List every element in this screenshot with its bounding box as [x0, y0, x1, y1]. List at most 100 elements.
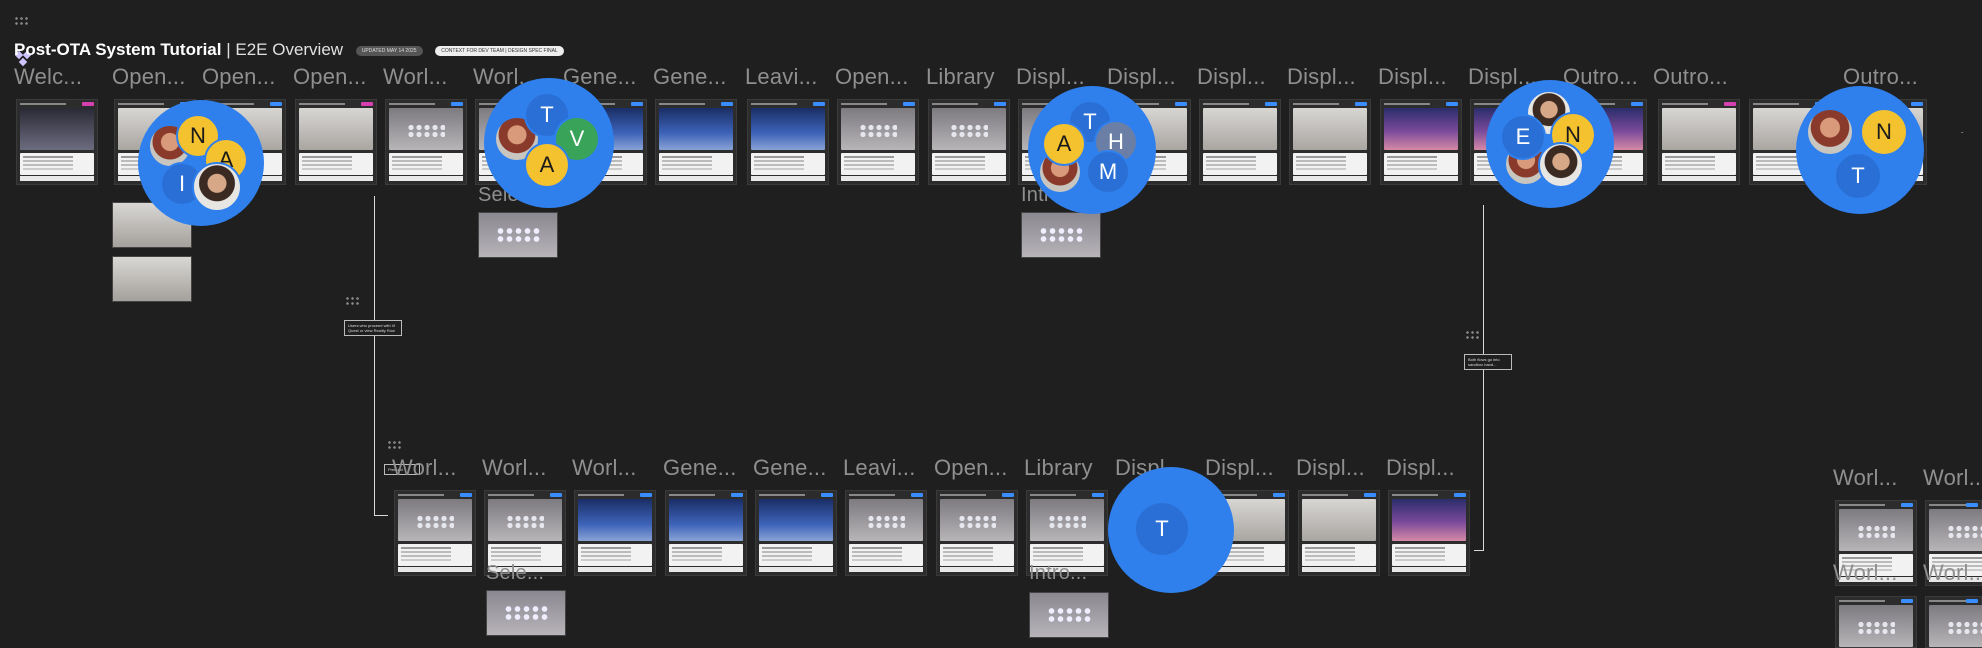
section-header[interactable]: Worl...	[482, 455, 547, 481]
sub-section-header[interactable]: Sele...	[486, 562, 544, 585]
screen-frame[interactable]	[1925, 596, 1982, 648]
screen-frame[interactable]	[574, 490, 656, 576]
variant-frame[interactable]	[112, 256, 192, 302]
section-header[interactable]: Gene...	[663, 455, 737, 481]
section-header[interactable]: Worl...	[572, 455, 637, 481]
section-header[interactable]: Library	[1024, 455, 1093, 481]
flow-connector	[374, 515, 388, 516]
note-handle-icon[interactable]	[345, 296, 359, 306]
screen-frame[interactable]	[755, 490, 837, 576]
screen-frame[interactable]	[295, 99, 377, 185]
screen-frame[interactable]	[928, 99, 1010, 185]
avatar[interactable]: M	[1086, 150, 1130, 194]
avatar-initial: I	[178, 171, 186, 196]
avatar-initial: N	[1876, 119, 1892, 144]
avatar-initial: A	[539, 152, 555, 177]
screen-frame[interactable]	[1298, 490, 1380, 576]
screen-frame[interactable]	[936, 490, 1018, 576]
screen-frame[interactable]	[845, 490, 927, 576]
section-header[interactable]: Open...	[835, 64, 909, 90]
section-header[interactable]: Displ...	[1386, 455, 1455, 481]
handwritten-annotation: ~	[1960, 129, 1965, 137]
section-header[interactable]: Leavi...	[745, 64, 818, 90]
section-header[interactable]: Displ...	[1205, 455, 1274, 481]
section-header[interactable]: Worl...	[1833, 465, 1898, 491]
screen-frame[interactable]	[1199, 99, 1281, 185]
note-handle-icon[interactable]	[387, 440, 401, 450]
screen-frame[interactable]	[394, 490, 476, 576]
avatar[interactable]	[192, 162, 242, 212]
avatar-initial: T	[1851, 163, 1865, 188]
section-header[interactable]: Open...	[934, 455, 1008, 481]
avatar-initial: E	[1515, 124, 1531, 149]
section-header[interactable]: Open...	[293, 64, 367, 90]
screen-frame[interactable]	[837, 99, 919, 185]
avatar-initial: T	[540, 102, 554, 127]
section-header[interactable]: Outro...	[1653, 64, 1728, 90]
page-title: Post-OTA System Tutorial | E2E Overview …	[14, 40, 564, 60]
intro-frame[interactable]	[1021, 212, 1101, 258]
screen-frame[interactable]	[665, 490, 747, 576]
section-header[interactable]: Worl...	[1923, 465, 1982, 491]
avatar-initial: T	[1155, 516, 1169, 541]
screen-frame[interactable]	[1289, 99, 1371, 185]
section-header[interactable]: Open...	[112, 64, 186, 90]
screen-frame[interactable]	[16, 99, 98, 185]
flow-connector	[1474, 550, 1484, 551]
avatar[interactable]: A	[1042, 122, 1086, 166]
screen-frame[interactable]	[1835, 596, 1917, 648]
flow-note[interactable]: Both flows go into sandbox hand...	[1464, 354, 1512, 370]
flow-note[interactable]: Users who proceed with Vi Quest or view …	[344, 320, 402, 336]
section-header[interactable]: Leavi...	[843, 455, 916, 481]
screen-frame[interactable]	[747, 99, 829, 185]
collaborator-cluster[interactable]: T	[1108, 467, 1234, 593]
collaborator-cluster[interactable]: E N	[1486, 80, 1614, 208]
avatar[interactable]	[1538, 142, 1584, 188]
screen-frame[interactable]	[1380, 99, 1462, 185]
screen-frame[interactable]	[655, 99, 737, 185]
section-header[interactable]: Worl...	[1833, 560, 1898, 586]
avatar[interactable]: A	[524, 142, 570, 188]
title-bold: Post-OTA System Tutorial	[14, 40, 222, 59]
select-frame[interactable]	[486, 590, 566, 636]
screen-frame[interactable]	[1388, 490, 1470, 576]
section-header[interactable]: Worl...	[383, 64, 448, 90]
section-header[interactable]: Open...	[202, 64, 276, 90]
section-header[interactable]: Gene...	[653, 64, 727, 90]
avatar-initial: V	[569, 126, 585, 151]
avatar-initial: T	[1083, 109, 1097, 134]
avatar-initial: M	[1098, 159, 1118, 184]
section-header[interactable]: Displ...	[1287, 64, 1356, 90]
flow-connector	[374, 196, 375, 516]
flow-connector	[1483, 205, 1484, 550]
section-header[interactable]: Worl...	[392, 455, 457, 481]
collaborator-cluster[interactable]: T V A	[484, 78, 614, 208]
status-pill: UPDATED MAY 14 2025	[355, 45, 423, 56]
section-header[interactable]: Gene...	[753, 455, 827, 481]
avatar[interactable]: T	[1136, 503, 1188, 555]
sub-section-header[interactable]: Intro...	[1029, 562, 1087, 585]
section-header[interactable]: Displ...	[1016, 64, 1085, 90]
section-header[interactable]: Displ...	[1107, 64, 1176, 90]
select-frame[interactable]	[478, 212, 558, 258]
section-header[interactable]: Library	[926, 64, 995, 90]
frame-handle-icon[interactable]	[14, 16, 28, 26]
screen-frame[interactable]	[385, 99, 467, 185]
note-handle-icon[interactable]	[1465, 330, 1479, 340]
title-suffix: | E2E Overview	[221, 40, 344, 59]
avatar[interactable]	[1806, 108, 1854, 156]
section-header[interactable]: Welc...	[14, 64, 82, 90]
section-header[interactable]: Displ...	[1296, 455, 1365, 481]
section-header[interactable]: Displ...	[1197, 64, 1266, 90]
section-header[interactable]: Worl...	[1923, 560, 1982, 586]
context-pill: CONTEXT FOR DEV TEAM | DESIGN SPEC FINAL	[435, 45, 564, 56]
avatar[interactable]: T	[1834, 152, 1882, 200]
avatar[interactable]: N	[1860, 108, 1908, 156]
screen-frame[interactable]	[1658, 99, 1740, 185]
collaborator-cluster[interactable]: N T	[1796, 86, 1924, 214]
avatar[interactable]: E	[1500, 114, 1546, 160]
collaborator-cluster[interactable]: N A I	[138, 100, 264, 226]
collaborator-cluster[interactable]: T A H M	[1028, 86, 1156, 214]
section-header[interactable]: Displ...	[1378, 64, 1447, 90]
intro-frame[interactable]	[1029, 592, 1109, 638]
